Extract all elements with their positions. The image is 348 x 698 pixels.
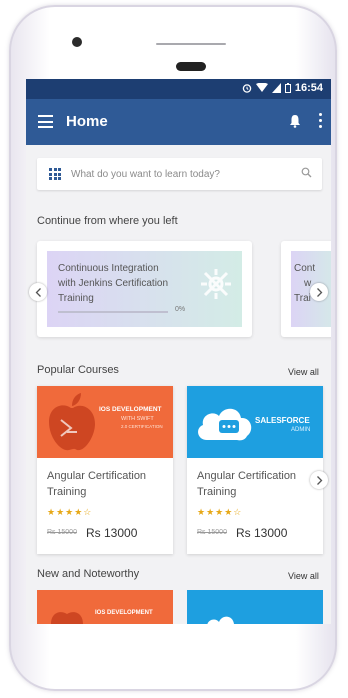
page-title: Home bbox=[66, 113, 108, 130]
banner-subtitle: 2.0 CERTIFICATION bbox=[121, 424, 163, 429]
banner-subtitle: ADMIN bbox=[291, 427, 311, 433]
noteworthy-course-card[interactable] bbox=[187, 590, 323, 624]
continue-section-title: Continue from where you left bbox=[37, 215, 178, 227]
signal-icon bbox=[271, 83, 281, 93]
chevron-right-icon bbox=[316, 475, 322, 485]
rating-stars: ★★★★☆ bbox=[47, 507, 93, 517]
notification-bell-icon[interactable] bbox=[289, 114, 301, 128]
noteworthy-course-card[interactable]: IOS DEVELOPMENT bbox=[37, 590, 173, 624]
proximity-sensor bbox=[176, 62, 206, 71]
course-progress-label: 0% bbox=[175, 306, 186, 313]
course-card[interactable]: IOS DEVELOPMENT WITH SWIFT 2.0 CERTIFICA… bbox=[37, 386, 173, 554]
search-bar[interactable] bbox=[37, 158, 322, 190]
course-banner: SALESFORCE ADMIN bbox=[187, 386, 323, 458]
status-bar: 16:54 bbox=[26, 79, 331, 99]
course-progress-bar bbox=[58, 311, 168, 313]
banner-title: IOS DEVELOPMENT bbox=[99, 406, 162, 413]
continue-title-line: Cont bbox=[294, 263, 316, 274]
banner-subtitle: WITH SWIFT bbox=[121, 416, 154, 422]
carousel-next-button[interactable] bbox=[310, 283, 328, 301]
course-price: Rs 13000 bbox=[86, 526, 138, 540]
noteworthy-view-all-link[interactable]: View all bbox=[288, 571, 319, 581]
continue-card-body: Continuous Integration with Jenkins Cert… bbox=[47, 251, 242, 327]
chevron-right-icon bbox=[316, 287, 322, 297]
original-price: Rs 15000 bbox=[197, 529, 227, 536]
popular-section-title: Popular Courses bbox=[37, 364, 119, 376]
courses-next-button[interactable] bbox=[310, 471, 328, 489]
course-title-line: Training bbox=[47, 486, 87, 498]
status-time: 16:54 bbox=[294, 82, 323, 94]
apple-logo-icon bbox=[49, 393, 95, 451]
course-title-line: Angular Certification bbox=[47, 470, 147, 482]
continue-course-title: Cont w Trai bbox=[294, 261, 315, 306]
course-banner: IOS DEVELOPMENT WITH SWIFT 2.0 CERTIFICA… bbox=[37, 386, 173, 458]
course-title-line: Angular Certification bbox=[197, 470, 297, 482]
speaker-grille bbox=[156, 43, 226, 45]
popular-view-all-link[interactable]: View all bbox=[288, 367, 319, 377]
course-card[interactable]: SALESFORCE ADMIN Angular Certification T… bbox=[187, 386, 323, 554]
rating-stars: ★★★★☆ bbox=[197, 507, 243, 517]
carousel-prev-button[interactable] bbox=[29, 283, 47, 301]
continue-title-line: Continuous Integration bbox=[58, 263, 159, 274]
continue-course-card[interactable]: Continuous Integration with Jenkins Cert… bbox=[37, 241, 252, 337]
noteworthy-section-title: New and Noteworthy bbox=[37, 568, 140, 580]
wifi-icon bbox=[255, 83, 268, 92]
search-icon[interactable] bbox=[301, 167, 312, 178]
alarm-icon bbox=[242, 84, 252, 93]
app-screen: 16:54 Home Continue from where you left … bbox=[26, 79, 331, 624]
search-input[interactable] bbox=[71, 164, 291, 184]
salesforce-cloud-icon bbox=[198, 408, 252, 441]
app-bar: Home bbox=[26, 99, 331, 145]
battery-icon bbox=[284, 83, 291, 93]
jenkins-logo-icon bbox=[201, 269, 231, 299]
continue-title-line: with Jenkins Certification bbox=[58, 278, 169, 289]
course-title: Angular Certification Training bbox=[47, 468, 167, 500]
banner-title: IOS DEVELOPMENT bbox=[95, 610, 153, 616]
hamburger-menu-icon[interactable] bbox=[38, 115, 53, 128]
front-camera-icon bbox=[72, 37, 82, 47]
apps-grid-icon[interactable] bbox=[49, 168, 61, 180]
course-title: Angular Certification Training bbox=[197, 468, 317, 500]
continue-course-title: Continuous Integration with Jenkins Cert… bbox=[58, 261, 188, 306]
banner-title: SALESFORCE bbox=[255, 416, 310, 425]
apple-logo-icon bbox=[51, 612, 83, 624]
salesforce-cloud-icon bbox=[207, 616, 234, 624]
overflow-menu-icon[interactable] bbox=[319, 113, 323, 131]
course-title-line: Training bbox=[197, 486, 237, 498]
chevron-left-icon bbox=[35, 287, 41, 297]
course-price: Rs 13000 bbox=[236, 526, 288, 540]
original-price: Rs 15000 bbox=[47, 529, 77, 536]
continue-title-line: Training bbox=[58, 293, 94, 304]
